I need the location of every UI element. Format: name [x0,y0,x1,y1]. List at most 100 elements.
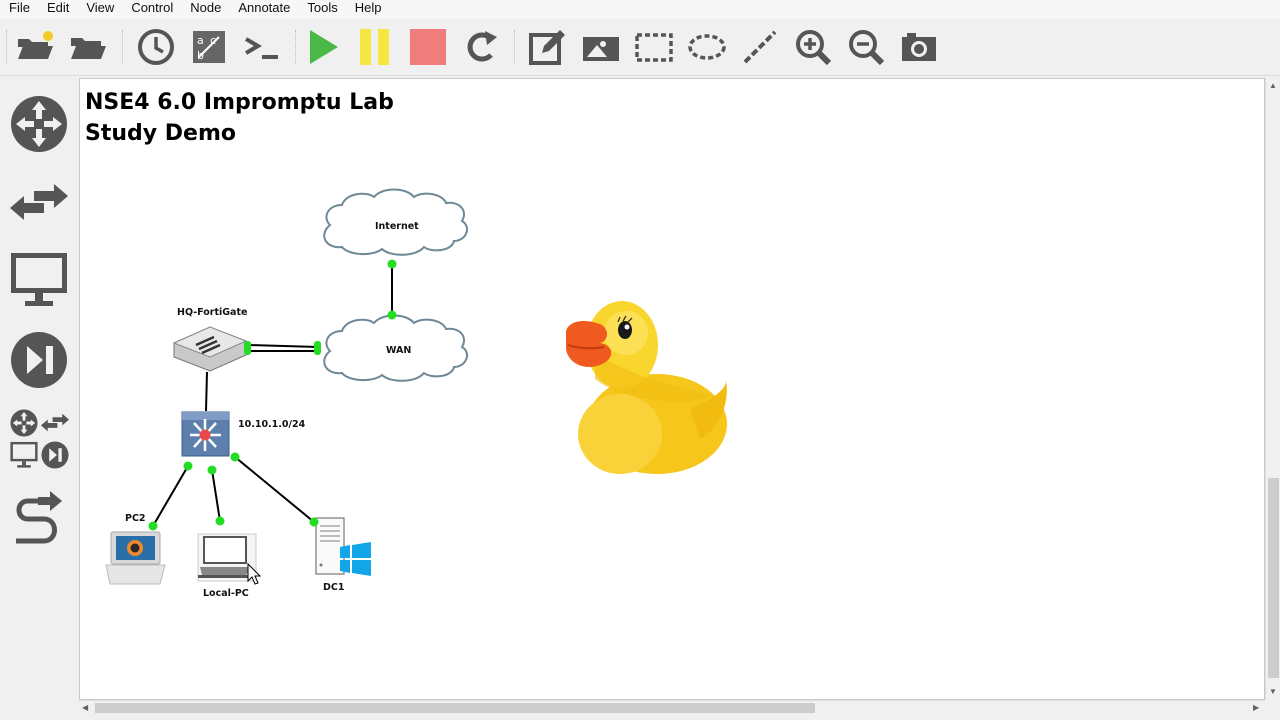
browse-routers-button[interactable] [8,93,70,155]
menu-edit[interactable]: Edit [38,0,77,18]
end-devices-icon [10,441,38,468]
menu-help[interactable]: Help [346,0,390,18]
local-pc-device-node[interactable] [197,533,257,582]
port-indicator [387,259,397,269]
open-folder-button[interactable] [67,26,109,68]
toolbar: a c b [0,18,1280,76]
browse-switches-button[interactable] [8,172,70,234]
add-link-button[interactable] [8,489,70,551]
menu-control[interactable]: Control [122,0,181,18]
toolbar-separator [514,30,515,64]
dc1-server-node[interactable] [315,517,371,576]
svg-text:a: a [197,34,204,47]
show-interface-labels-button[interactable]: a c b [188,26,230,68]
end-devices-icon [11,253,67,306]
draw-ellipse-button[interactable] [686,26,728,68]
open-project-button[interactable] [14,26,56,68]
start-button[interactable] [301,26,343,68]
menu-view[interactable]: View [77,0,122,18]
scroll-left-arrow-icon[interactable]: ◀ [82,702,88,714]
fortigate-label: HQ-FortiGate [177,307,248,318]
wan-label: WAN [386,345,412,356]
zoom-in-button[interactable] [792,26,834,68]
topology-drawing [105,188,727,585]
zoom-out-icon [849,30,885,66]
open-folder-icon [71,38,106,59]
local-pc-label: Local-PC [203,588,249,599]
routers-icon [10,409,38,437]
all-devices-switch-icon[interactable] [40,408,70,438]
reload-button[interactable] [460,26,502,68]
stop-icon [410,29,446,65]
toolbar-separator [122,30,123,64]
console-button[interactable] [241,26,283,68]
stop-button[interactable] [407,26,449,68]
scroll-up-arrow-icon[interactable]: ▲ [1269,80,1277,92]
port-indicator [244,341,251,355]
menu-node[interactable]: Node [181,0,229,18]
port-indicator [387,310,397,320]
port-indicator [309,517,319,527]
internet-label: Internet [375,221,419,232]
pc2-device-node[interactable] [105,531,166,585]
draw-rectangle-icon [635,33,673,62]
security-devices-icon [11,332,67,388]
insert-picture-icon [583,37,619,61]
all-devices-security-icon[interactable] [40,440,70,470]
pc2-label: PC2 [125,513,146,524]
topology-canvas[interactable]: NSE4 6.0 Impromptu Lab Study Demo Intern… [79,78,1265,700]
browse-security-devices-button[interactable] [8,329,70,391]
zoom-out-button[interactable] [845,26,887,68]
pause-icon [360,29,389,65]
vertical-scrollbar[interactable]: ▲ ▼ [1265,78,1280,700]
zoom-in-icon [796,30,832,66]
vertical-scroll-thumb[interactable] [1268,478,1279,678]
all-devices-end-device-icon[interactable] [9,440,39,470]
draw-line-button[interactable] [739,26,781,68]
port-indicator [148,521,158,531]
menu-bar: File Edit View Control Node Annotate Too… [0,0,1280,18]
routers-icon [11,96,67,152]
link-switch-local-pc[interactable] [211,469,221,522]
browse-end-devices-button[interactable] [8,249,70,311]
link-fortigate-switch[interactable] [205,371,208,412]
pause-button[interactable] [354,26,396,68]
switch-device-node[interactable] [181,411,230,457]
show-interface-labels-icon: a c b [193,31,225,63]
switches-icon [40,413,70,432]
reload-icon [467,31,497,62]
snapshot-clock-icon [138,29,174,65]
draw-rectangle-button[interactable] [633,26,675,68]
screenshot-icon [902,33,936,61]
scroll-down-arrow-icon[interactable]: ▼ [1269,686,1277,698]
scroll-right-arrow-icon[interactable]: ▶ [1253,702,1259,714]
dc1-label: DC1 [323,582,345,593]
rubber-duck-picture[interactable] [566,301,727,474]
link-switch-dc1[interactable] [234,456,315,523]
menu-tools[interactable]: Tools [298,0,345,18]
snapshot-button[interactable] [135,26,177,68]
insert-picture-button[interactable] [580,26,622,68]
link-fortigate-wan-a[interactable] [247,344,319,348]
menu-annotate[interactable]: Annotate [229,0,298,18]
toolbar-separator [295,30,296,64]
add-note-button[interactable] [527,26,569,68]
port-indicator [183,461,193,471]
horizontal-scroll-thumb[interactable] [95,703,815,713]
draw-ellipse-icon [688,34,726,60]
port-indicator [215,516,225,526]
link-switch-pc2[interactable] [152,465,189,527]
port-indicator [314,341,321,355]
horizontal-scrollbar[interactable]: ◀ ▶ [79,700,1265,714]
add-note-icon [529,30,565,65]
add-link-icon [16,491,62,544]
fortigate-device-node[interactable] [172,326,248,372]
all-devices-router-icon[interactable] [9,408,39,438]
menu-file[interactable]: File [0,0,38,18]
toolbar-separator [6,30,7,64]
device-sidebar [0,76,78,720]
console-icon [244,37,278,59]
screenshot-button[interactable] [898,26,940,68]
switch-subnet-label: 10.10.1.0/24 [238,419,306,430]
open-project-icon [18,31,53,59]
